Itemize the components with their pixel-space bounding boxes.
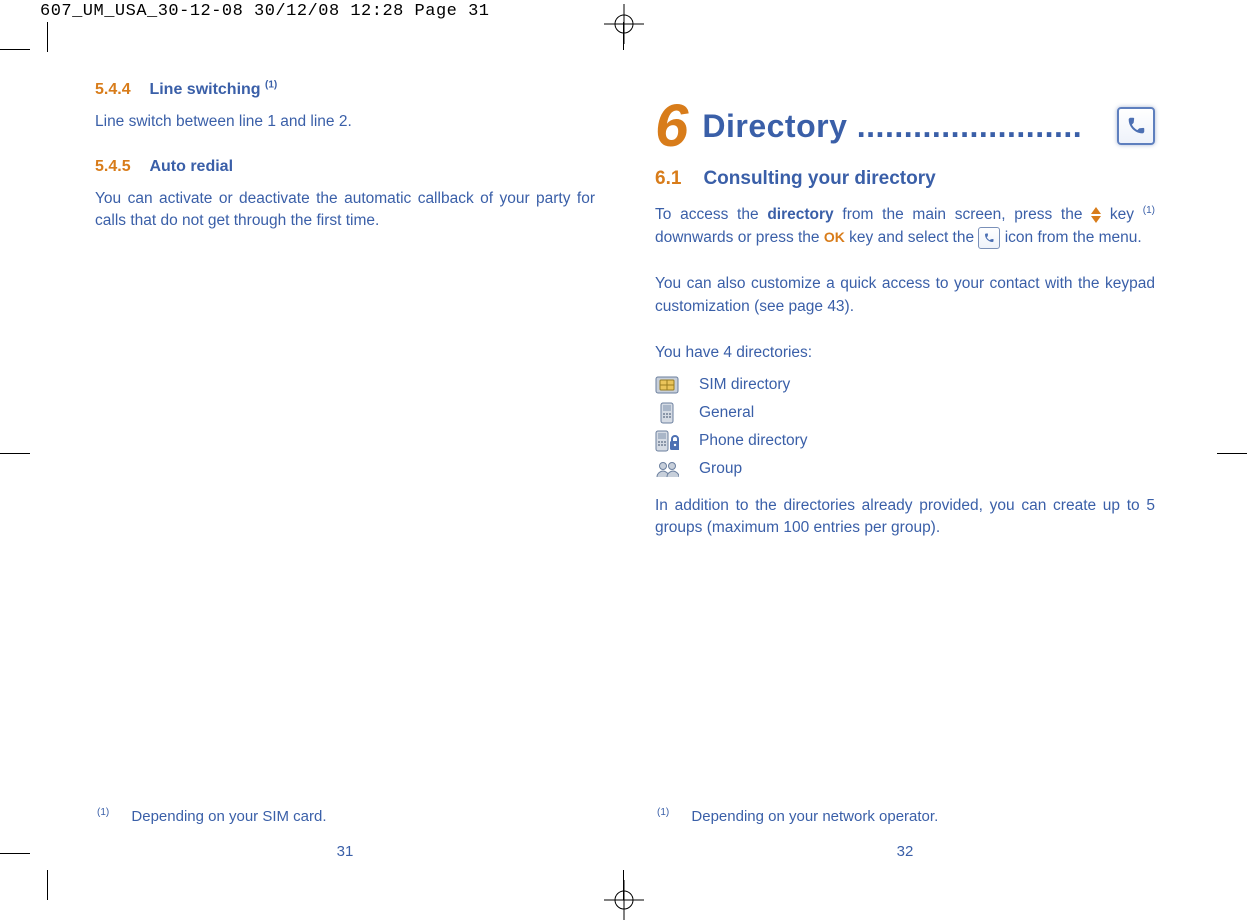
section-title: Line switching (1) bbox=[149, 81, 277, 98]
phone-lock-icon bbox=[655, 431, 679, 451]
footnote: (1) Depending on your network operator. bbox=[657, 807, 938, 825]
list-item-label: General bbox=[699, 404, 754, 422]
text: from the main screen, press the bbox=[834, 206, 1092, 223]
footnote-text: Depending on your network operator. bbox=[691, 808, 938, 825]
list-item-label: Group bbox=[699, 460, 742, 478]
list-item-label: SIM directory bbox=[699, 376, 790, 394]
phone-icon bbox=[1117, 107, 1155, 145]
list-item: General bbox=[655, 403, 1155, 423]
directory-list: SIM directory General Phone director bbox=[655, 375, 1155, 479]
section-number: 6.1 bbox=[655, 168, 699, 190]
text: To access the bbox=[655, 206, 767, 223]
section-6-1-para1: To access the directory from the main sc… bbox=[655, 204, 1155, 249]
crop-mark bbox=[0, 49, 30, 50]
section-6-1-para2: You can also customize a quick access to… bbox=[655, 273, 1155, 318]
section-6-1-para4: In addition to the directories already p… bbox=[655, 495, 1155, 540]
registration-mark-icon bbox=[604, 4, 644, 44]
page-number: 31 bbox=[95, 843, 595, 860]
registration-mark-icon bbox=[604, 880, 644, 920]
crop-mark bbox=[47, 22, 48, 52]
phone-device-icon bbox=[655, 403, 679, 423]
section-5-4-5-heading: 5.4.5 Auto redial bbox=[95, 158, 595, 176]
group-icon bbox=[655, 459, 679, 479]
nav-up-down-icon bbox=[1091, 207, 1101, 223]
ok-key-icon: OK bbox=[824, 227, 845, 247]
text: key and select the bbox=[845, 229, 979, 246]
text: downwards or press the bbox=[655, 229, 824, 246]
section-title: Consulting your directory bbox=[703, 168, 935, 189]
crop-mark bbox=[0, 853, 30, 854]
chapter-heading: 6 Directory ........................ bbox=[655, 102, 1155, 150]
prepress-slug: 607_UM_USA_30-12-08 30/12/08 12:28 Page … bbox=[40, 2, 489, 21]
footnote-text: Depending on your SIM card. bbox=[131, 808, 326, 825]
text: icon from the menu. bbox=[1000, 229, 1141, 246]
page-32: 6 Directory ........................ 6.1… bbox=[655, 80, 1155, 870]
list-item-label: Phone directory bbox=[699, 432, 808, 450]
section-5-4-5-body: You can activate or deactivate the autom… bbox=[95, 188, 595, 233]
phone-icon bbox=[978, 227, 1000, 249]
crop-mark bbox=[47, 870, 48, 900]
chapter-number: 6 bbox=[655, 102, 688, 150]
footnote-marker: (1) bbox=[97, 807, 109, 818]
list-item: SIM directory bbox=[655, 375, 1155, 395]
text-bold: directory bbox=[767, 206, 833, 223]
section-5-4-4-body: Line switch between line 1 and line 2. bbox=[95, 111, 595, 133]
footnote-ref: (1) bbox=[1143, 205, 1155, 216]
footnote-ref: (1) bbox=[265, 80, 277, 91]
footnote: (1) Depending on your SIM card. bbox=[97, 807, 327, 825]
text: key bbox=[1101, 206, 1143, 223]
section-title-text: Line switching bbox=[149, 81, 260, 98]
section-6-1-para3: You have 4 directories: bbox=[655, 342, 1155, 364]
list-item: Phone directory bbox=[655, 431, 1155, 451]
chapter-title: Directory ........................ bbox=[702, 108, 1117, 145]
list-item: Group bbox=[655, 459, 1155, 479]
sim-card-icon bbox=[655, 375, 679, 395]
section-5-4-4-heading: 5.4.4 Line switching (1) bbox=[95, 80, 595, 99]
crop-mark bbox=[1217, 453, 1247, 454]
footnote-marker: (1) bbox=[657, 807, 669, 818]
page-number: 32 bbox=[655, 843, 1155, 860]
crop-mark bbox=[0, 453, 30, 454]
section-title: Auto redial bbox=[149, 158, 233, 175]
section-number: 5.4.5 bbox=[95, 158, 145, 176]
section-number: 5.4.4 bbox=[95, 81, 145, 99]
page-31: 5.4.4 Line switching (1) Line switch bet… bbox=[95, 80, 595, 870]
section-6-1-heading: 6.1 Consulting your directory bbox=[655, 168, 1155, 190]
